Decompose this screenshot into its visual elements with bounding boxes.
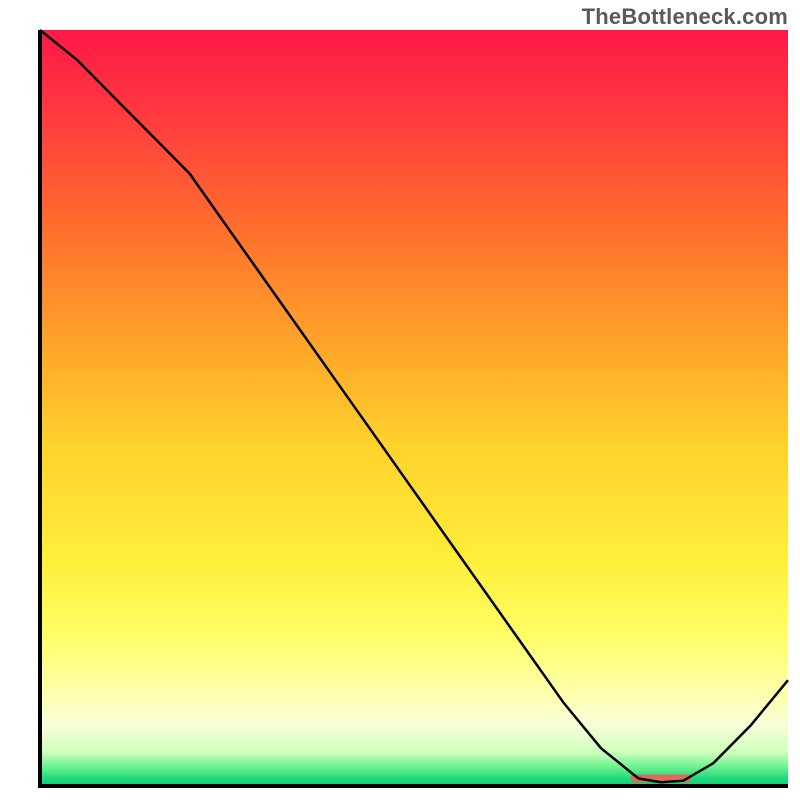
gradient-background: [40, 30, 788, 786]
chart-frame: TheBottleneck.com: [0, 0, 800, 800]
bottleneck-chart: [0, 0, 800, 800]
